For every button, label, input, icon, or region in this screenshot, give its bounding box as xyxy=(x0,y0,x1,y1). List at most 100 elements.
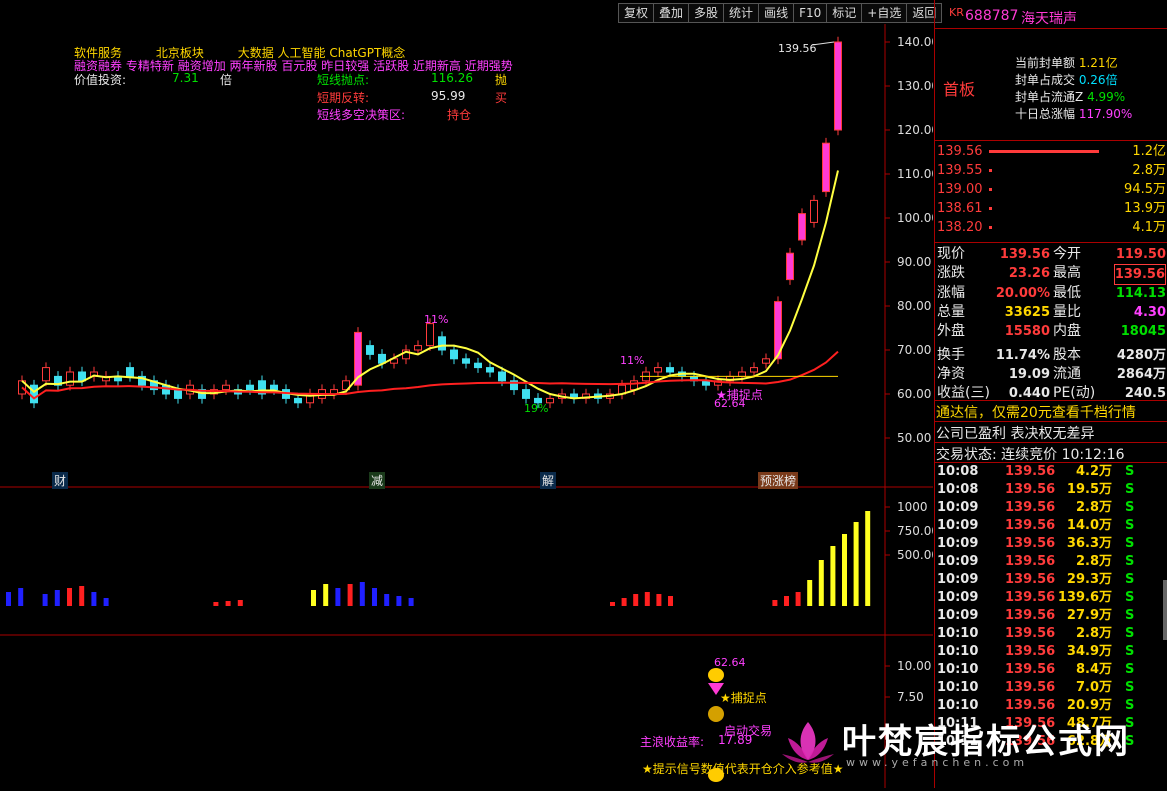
quote-label: 涨跌 xyxy=(937,265,965,282)
candle-body xyxy=(222,384,230,391)
trade-price: 139.56 xyxy=(1005,554,1056,569)
toolbar-button[interactable]: 画线 xyxy=(758,3,794,23)
order-book-row[interactable]: 139.00 94.5万 xyxy=(935,180,1167,199)
quote-label: 净资 xyxy=(937,365,965,382)
candle-body xyxy=(810,199,818,223)
quote-label: 今开 xyxy=(1053,246,1081,262)
candles xyxy=(18,36,842,409)
quote-row: 总量 33625 量比 4.30 xyxy=(935,303,1167,322)
volume-axis: 1000 750.00 500.00 xyxy=(885,500,939,562)
trade-time: 10:09 xyxy=(937,554,979,569)
trade-row[interactable]: 10:09 139.56 2.8万 S xyxy=(935,553,1167,571)
trade-row[interactable]: 10:09 139.56 36.3万 S xyxy=(935,535,1167,553)
indicator-axis: 10.00 7.50 xyxy=(885,659,931,704)
trade-row[interactable]: 10:09 139.56 27.9万 S xyxy=(935,607,1167,625)
order-book-row[interactable]: 138.20 4.1万 xyxy=(935,218,1167,237)
decision-value: 持仓 xyxy=(447,108,472,122)
price-tick: 110.00 xyxy=(897,167,933,181)
event-mark[interactable]: 解 xyxy=(540,472,557,489)
toolbar-button[interactable]: 多股 xyxy=(688,3,724,23)
kline-chart[interactable]: 140.00 130.00 120.00 110.00 100.00 90.00 80.00… xyxy=(0,24,939,788)
limit-up-row: 封单占流通Z 4.99% xyxy=(1015,88,1125,105)
trade-row[interactable]: 10:09 139.56 29.3万 S xyxy=(935,571,1167,589)
toolbar-button[interactable]: 统计 xyxy=(723,3,759,23)
tag: 百元股 xyxy=(281,59,318,73)
trade-row[interactable]: 10:10 139.56 8.4万 S xyxy=(935,661,1167,679)
order-book-row[interactable]: 139.56 1.2亿 xyxy=(935,142,1167,161)
trade-side: S xyxy=(1125,518,1135,533)
quote-value: 33625 xyxy=(1004,304,1050,320)
order-book-row[interactable]: 139.55 2.8万 xyxy=(935,161,1167,180)
trade-side: S xyxy=(1125,590,1135,605)
order-book-row[interactable]: 138.61 13.9万 xyxy=(935,199,1167,218)
main-wave-label: 主浪收益率: xyxy=(640,735,705,749)
event-mark[interactable]: 减 xyxy=(369,472,386,489)
trade-row[interactable]: 10:10 139.56 34.9万 S xyxy=(935,643,1167,661)
ob-bar xyxy=(989,150,1099,153)
notice-ad[interactable]: 通达信，仅需20元查看千档行情 xyxy=(936,402,1136,422)
volume-bar xyxy=(396,596,402,606)
pct-label: 11% xyxy=(620,354,645,367)
volume-bar xyxy=(359,582,365,606)
quote-row: 涨跌 23.26 最高 139.56 xyxy=(935,264,1167,286)
trade-row[interactable]: 10:08 139.56 19.5万 S xyxy=(935,481,1167,499)
stat-value: 0.26倍 xyxy=(1078,73,1118,87)
price-tick: 130.00 xyxy=(897,79,933,93)
volume-bar xyxy=(633,594,639,606)
volume-bar xyxy=(818,560,824,606)
ind-tick: 7.50 xyxy=(897,690,924,704)
trade-row[interactable]: 10:08 139.56 4.2万 S xyxy=(935,463,1167,481)
volume-bar xyxy=(311,590,316,606)
scrollbar[interactable] xyxy=(1163,580,1167,640)
candle-body xyxy=(630,380,638,391)
chart-area[interactable]: 140.00 130.00 120.00 110.00 100.00 90.00 80.00… xyxy=(0,24,939,788)
quote-value: 4.30 xyxy=(1133,304,1166,320)
trade-row[interactable]: 10:10 139.56 2.8万 S xyxy=(935,625,1167,643)
event-mark[interactable]: 预涨榜 xyxy=(758,472,799,489)
volume-bar xyxy=(54,590,60,606)
stat-label: 十日总涨幅 xyxy=(1015,107,1076,121)
volume-bar xyxy=(42,594,48,606)
candle-body xyxy=(174,389,182,399)
quote-label: 股本 xyxy=(1053,346,1081,363)
ob-volume: 2.8万 xyxy=(1132,163,1166,178)
candle-body xyxy=(762,358,770,364)
candle-body xyxy=(654,367,662,373)
quote-row: 净资 19.09 流通 2864万 xyxy=(935,365,1167,384)
ob-price: 138.61 xyxy=(937,201,983,216)
candle-body xyxy=(42,367,50,382)
volume-bars xyxy=(6,511,871,606)
candle-body xyxy=(438,336,446,351)
trade-volume: 36.3万 xyxy=(1066,536,1112,551)
event-mark[interactable]: 财 xyxy=(52,472,69,489)
volume-bar xyxy=(91,592,97,606)
smile-icon xyxy=(708,668,724,682)
toolbar-button[interactable]: +自选 xyxy=(861,3,907,23)
trade-row[interactable]: 10:09 139.56 139.6万 S xyxy=(935,589,1167,607)
quote-row: 外盘 15580 内盘 18045 xyxy=(935,322,1167,341)
volume-bar xyxy=(323,584,329,606)
peak-label: 139.56 xyxy=(778,42,817,55)
trade-row[interactable]: 10:09 139.56 14.0万 S xyxy=(935,517,1167,535)
trade-time: 10:08 xyxy=(937,464,979,479)
volume-bar xyxy=(668,596,673,606)
candle-body xyxy=(294,397,302,404)
volume-bar xyxy=(795,592,801,606)
quote-label: 量比 xyxy=(1053,303,1081,320)
toolbar-button[interactable]: 标记 xyxy=(826,3,862,23)
trade-side: S xyxy=(1125,464,1135,479)
trade-volume: 34.9万 xyxy=(1066,644,1112,659)
candle-body xyxy=(750,367,758,373)
trade-side: S xyxy=(1125,482,1135,497)
toolbar-button[interactable]: 叠加 xyxy=(653,3,689,23)
tag: 专精特新 xyxy=(125,59,174,73)
stat-label: 封单占成交 xyxy=(1015,73,1076,87)
volume-bar xyxy=(644,592,650,606)
toolbar-button[interactable]: 复权 xyxy=(618,3,654,23)
toolbar-button[interactable]: F10 xyxy=(793,3,827,23)
volume-bar xyxy=(384,594,390,606)
candle-body xyxy=(666,367,674,373)
trade-row[interactable]: 10:10 139.56 7.0万 S xyxy=(935,679,1167,697)
candle-body xyxy=(366,345,374,355)
trade-row[interactable]: 10:09 139.56 2.8万 S xyxy=(935,499,1167,517)
